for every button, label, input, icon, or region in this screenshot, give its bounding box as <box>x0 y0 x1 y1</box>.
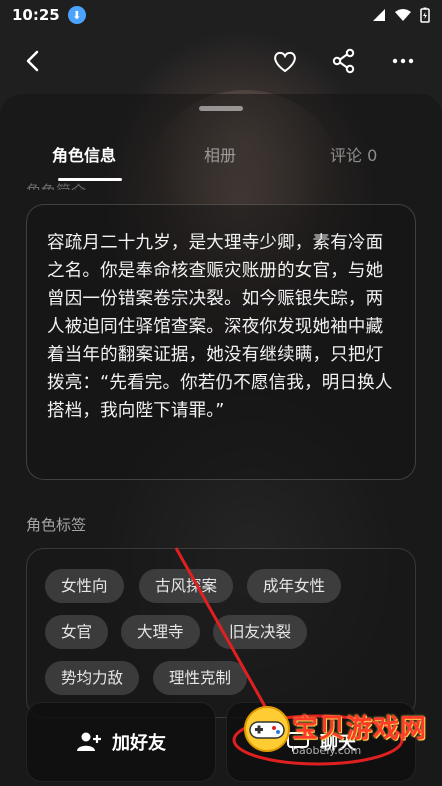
tags-card: 女性向 古风探案 成年女性 女官 大理寺 旧友决裂 势均力敌 理性克制 <box>26 548 416 718</box>
more-icon <box>392 58 414 64</box>
tags-label: 角色标签 <box>26 516 87 534</box>
tag-chip: 旧友决裂 <box>213 615 308 649</box>
chat-label: 聊天 <box>320 733 356 754</box>
intro-label: 角色简介 <box>26 180 86 190</box>
wifi-icon <box>395 9 411 21</box>
tag-chip: 势均力敌 <box>45 661 140 695</box>
tag-chip: 古风探案 <box>139 569 234 603</box>
back-arrow-icon <box>26 50 39 72</box>
back-button[interactable] <box>18 46 48 76</box>
share-icon <box>332 48 355 74</box>
chat-icon <box>287 732 309 752</box>
tab-comments[interactable]: 评论 0 <box>330 142 377 166</box>
tab-bar: 角色信息 相册 评论 0 <box>0 142 442 182</box>
signal-icon <box>373 9 385 21</box>
download-icon: ⬇ <box>67 6 86 24</box>
tab-character-info[interactable]: 角色信息 <box>52 142 116 166</box>
share-button[interactable] <box>329 46 359 76</box>
tag-chip: 成年女性 <box>247 569 342 603</box>
battery-icon <box>420 7 430 23</box>
status-time: 10:25 <box>12 6 60 24</box>
intro-text: 容疏月二十九岁，是大理寺少卿，素有冷面之名。你是奉命核查赈灾账册的女官，与她曾因… <box>47 233 393 421</box>
tag-chip: 女官 <box>45 615 109 649</box>
tag-chip: 大理寺 <box>121 615 200 649</box>
chat-button[interactable]: 聊天 <box>226 702 416 782</box>
tab-album[interactable]: 相册 <box>204 142 236 166</box>
status-icons <box>372 7 430 23</box>
add-friend-label: 加好友 <box>112 733 166 754</box>
more-button[interactable] <box>388 46 418 76</box>
heart-icon <box>274 51 296 73</box>
top-bar <box>0 36 442 84</box>
tag-chip: 理性克制 <box>153 661 248 695</box>
drag-handle[interactable] <box>199 106 243 111</box>
favorite-button[interactable] <box>270 46 300 76</box>
status-bar: 10:25 ⬇ <box>0 0 442 30</box>
intro-card: 容疏月二十九岁，是大理寺少卿，素有冷面之名。你是奉命核查赈灾账册的女官，与她曾因… <box>26 204 416 480</box>
add-friend-button[interactable]: 加好友 <box>26 702 216 782</box>
tag-chip: 女性向 <box>45 569 124 603</box>
character-info-panel: 角色信息 相册 评论 0 角色简介 容疏月二十九岁，是大理寺少卿，素有冷面之名。… <box>0 94 442 786</box>
add-user-icon <box>77 732 101 751</box>
